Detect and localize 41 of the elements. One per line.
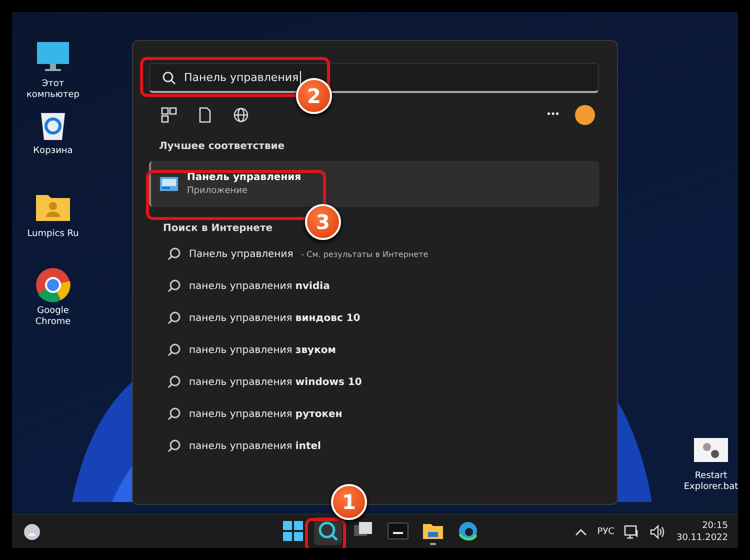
icon-label: Lumpics Ru (27, 229, 79, 240)
search-icon (167, 439, 181, 453)
app-type: Приложение (187, 186, 249, 196)
clock[interactable]: 20:15 30.11.2022 (676, 520, 728, 544)
search-icon (167, 343, 181, 357)
search-icon (167, 375, 181, 389)
control-panel-icon (159, 176, 179, 192)
search-icon (162, 70, 176, 84)
web-result-item[interactable]: Панель управления - См. результаты в Интернете (149, 238, 599, 270)
search-icon (317, 520, 339, 542)
globe-icon (233, 107, 249, 123)
more-options-button[interactable]: ••• (546, 110, 559, 120)
search-icon (167, 407, 181, 421)
web-result-item[interactable]: панель управления nvidia (149, 270, 599, 302)
section-heading: Поиск в Интернете (163, 223, 274, 234)
chevron-up-icon (575, 528, 588, 536)
edge-icon (457, 520, 479, 542)
start-icon (282, 520, 304, 542)
web-result-item[interactable]: панель управления intel (149, 430, 599, 462)
document-icon (197, 107, 213, 123)
terminal-icon (387, 520, 409, 542)
apps-icon (161, 107, 177, 123)
web-result-item[interactable]: панель управления звуком (149, 334, 599, 366)
icon-label: Google Chrome (34, 306, 72, 328)
app-title: Панель управления (187, 172, 302, 183)
network-icon (624, 524, 640, 540)
user-avatar[interactable] (575, 105, 595, 125)
search-icon (167, 247, 181, 261)
web-result-item[interactable]: панель управления windows 10 (149, 366, 599, 398)
best-match-item[interactable]: Панель управления Приложение (149, 161, 599, 207)
icon-label: Этот компьютер (26, 79, 80, 101)
web-result-item[interactable]: панель управления виндовс 10 (149, 302, 599, 334)
search-icon (167, 279, 181, 293)
icon-label: Корзина (33, 146, 73, 157)
web-result-item[interactable]: панель управления рутокен (149, 398, 599, 430)
icon-label: Restart Explorer.bat (682, 471, 738, 493)
language-indicator[interactable]: РУС (597, 526, 614, 536)
chrome-icon (35, 267, 71, 303)
section-heading: Лучшее соответствие (159, 141, 286, 152)
speaker-icon (650, 524, 666, 540)
search-icon (167, 311, 181, 325)
